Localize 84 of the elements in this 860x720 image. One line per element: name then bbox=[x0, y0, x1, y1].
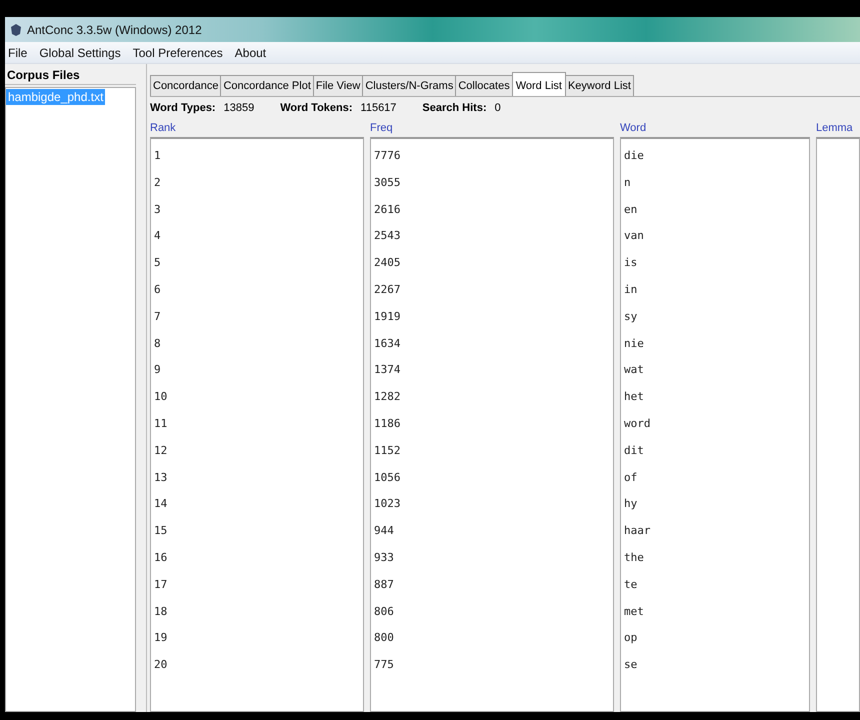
list-cell-text: haar bbox=[623, 523, 652, 540]
list-cell-text: 8 bbox=[153, 336, 162, 352]
column-header[interactable]: Word bbox=[620, 119, 810, 137]
list-cell-text: 800 bbox=[373, 630, 395, 646]
list-cell-text: 1186 bbox=[373, 416, 402, 432]
list-cell-text: met bbox=[623, 604, 645, 620]
list-cell-text: 775 bbox=[373, 657, 395, 674]
list-cell-text: 9 bbox=[153, 362, 162, 378]
menu-item[interactable]: Tool Preferences bbox=[132, 46, 223, 60]
list-cell-text: in bbox=[623, 282, 638, 298]
list-cell-text: wat bbox=[623, 362, 645, 378]
list-cell-text: 1152 bbox=[373, 442, 402, 459]
list-cell-text: 806 bbox=[373, 604, 395, 620]
list-cell-text: 14 bbox=[153, 496, 168, 512]
list-cell-text: is bbox=[623, 255, 638, 272]
list-cell-text: op bbox=[623, 630, 638, 646]
list-cell-text: te bbox=[623, 576, 638, 593]
stat-value: 13859 bbox=[224, 102, 254, 114]
list-cell-text: 7 bbox=[153, 308, 162, 325]
tab[interactable]: Concordance bbox=[150, 75, 222, 96]
list-cell-text: word bbox=[623, 416, 652, 432]
stat-label: Search Hits: bbox=[422, 102, 487, 114]
list-cell-text: 2 bbox=[153, 174, 162, 191]
list-cell-text: 1023 bbox=[373, 496, 402, 512]
list-cell-text: 3055 bbox=[373, 174, 402, 191]
list-cell-text: 3 bbox=[153, 202, 162, 218]
list-cell-text: 5 bbox=[153, 255, 162, 272]
stat-label: Word Tokens: bbox=[280, 102, 353, 114]
list-cell-text: 933 bbox=[373, 550, 395, 566]
list-cell-text: 1919 bbox=[373, 308, 402, 325]
column-header[interactable]: Lemma bbox=[816, 119, 860, 137]
tab[interactable]: File View bbox=[312, 75, 364, 96]
column-header[interactable]: Rank bbox=[150, 119, 364, 137]
list-cell-text: 4 bbox=[153, 228, 162, 244]
stat-value: 0 bbox=[494, 102, 501, 114]
window-title: AntConc 3.3.5w (Windows) 2012 bbox=[27, 22, 202, 36]
list-cell-text: 7776 bbox=[373, 148, 402, 164]
list-cell-text: 1056 bbox=[373, 470, 402, 486]
tab[interactable]: Concordance Plot bbox=[220, 75, 314, 96]
list-cell-text: 11 bbox=[153, 416, 168, 432]
list-cell-text: 1374 bbox=[373, 362, 402, 378]
tab[interactable]: Collocates bbox=[455, 75, 513, 96]
list-cell-text: 887 bbox=[373, 576, 395, 593]
list-cell-text: 6 bbox=[153, 282, 162, 298]
menu-item[interactable]: About bbox=[234, 46, 266, 60]
list-cell-text: n bbox=[623, 174, 632, 191]
list-cell-text: the bbox=[623, 550, 645, 566]
list-cell-text: 1 bbox=[153, 148, 162, 164]
list-cell-text: 20 bbox=[153, 657, 168, 674]
list-cell-text: het bbox=[623, 389, 645, 406]
list-cell-text: nie bbox=[623, 336, 645, 352]
list-cell-text: dit bbox=[623, 442, 645, 459]
list-cell-text: 2267 bbox=[373, 282, 402, 298]
list-cell-text: 944 bbox=[373, 523, 395, 540]
stat-value: 115617 bbox=[360, 102, 396, 114]
tab[interactable]: Keyword List bbox=[564, 75, 634, 96]
list-cell-text: die bbox=[623, 148, 645, 164]
list-cell-text: 1634 bbox=[373, 336, 402, 352]
list-cell-text: 18 bbox=[153, 604, 168, 620]
list-cell-text: se bbox=[623, 657, 638, 674]
tab[interactable]: Clusters/N-Grams bbox=[362, 75, 456, 96]
list-cell-text: 13 bbox=[153, 470, 168, 486]
panel-title: Corpus Files bbox=[5, 68, 136, 85]
list-cell-text: sy bbox=[623, 308, 638, 325]
column-header[interactable]: Freq bbox=[370, 119, 614, 137]
menu-item[interactable]: Global Settings bbox=[39, 46, 121, 60]
list-cell-text: 12 bbox=[153, 442, 168, 459]
list-cell-text: 16 bbox=[153, 550, 168, 566]
list-cell-text: en bbox=[623, 202, 638, 218]
list-cell-text: 1282 bbox=[373, 389, 402, 406]
list-cell-text: 17 bbox=[153, 576, 168, 593]
list-cell-text: 2543 bbox=[373, 228, 402, 244]
list-cell-text: 15 bbox=[153, 523, 168, 540]
list-cell-text: 2616 bbox=[373, 202, 402, 218]
list-cell-text: 19 bbox=[153, 630, 168, 646]
tab[interactable]: Word List bbox=[512, 72, 566, 96]
list-cell-text: 2405 bbox=[373, 255, 402, 272]
list-cell-text: hy bbox=[623, 496, 638, 512]
stat-label: Word Types: bbox=[150, 102, 216, 114]
list-cell-text: of bbox=[623, 470, 638, 486]
app-icon bbox=[9, 22, 23, 36]
menu-item[interactable]: File bbox=[8, 46, 28, 60]
list-cell-text: van bbox=[623, 228, 645, 244]
list-cell-text: 10 bbox=[153, 389, 168, 406]
